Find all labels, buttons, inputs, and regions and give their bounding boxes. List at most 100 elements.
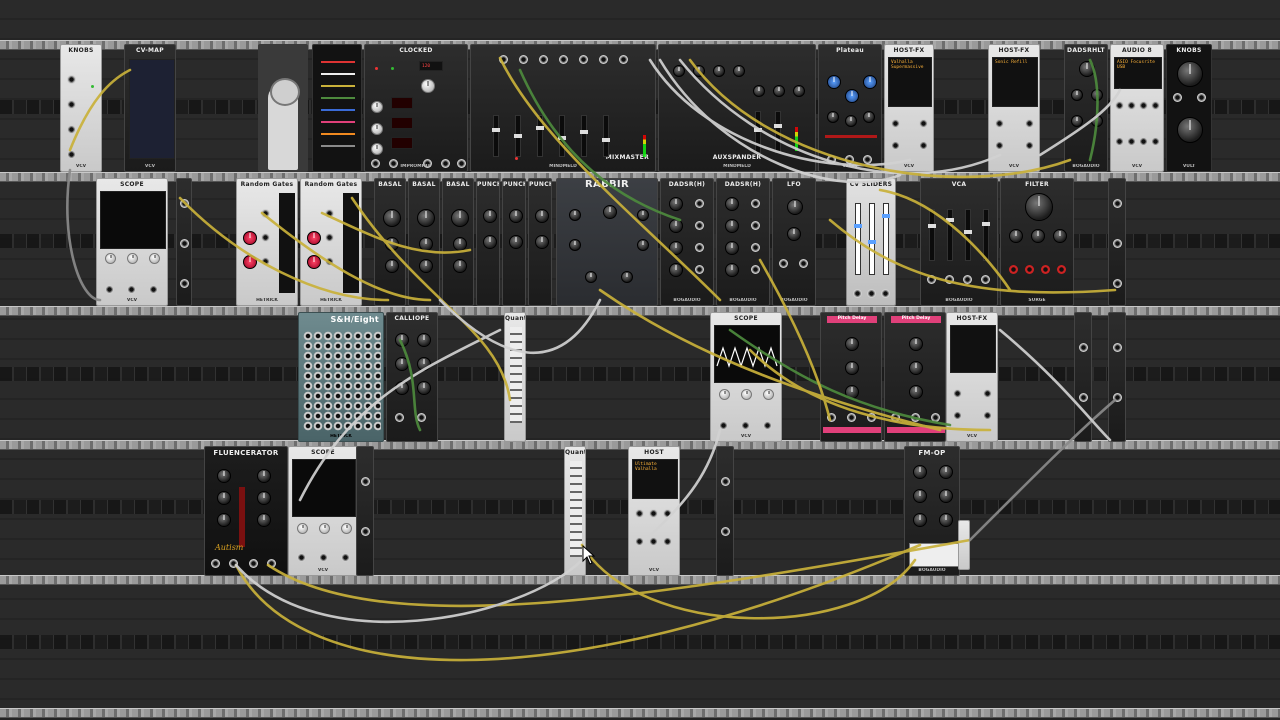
knob[interactable] bbox=[307, 231, 321, 245]
jack[interactable] bbox=[341, 553, 350, 562]
knob[interactable] bbox=[741, 389, 752, 400]
jack[interactable] bbox=[559, 55, 568, 64]
jack[interactable] bbox=[945, 275, 954, 284]
jack[interactable] bbox=[779, 259, 788, 268]
jack[interactable] bbox=[649, 509, 658, 518]
knobs-module-left[interactable]: KNOBS VCV bbox=[60, 44, 102, 172]
jack[interactable] bbox=[149, 285, 158, 294]
knob[interactable] bbox=[319, 523, 330, 534]
clock-jack[interactable] bbox=[211, 559, 220, 568]
knobs-module-right[interactable]: KNOBS VULT bbox=[1166, 44, 1212, 172]
knob[interactable] bbox=[603, 205, 617, 219]
plugin-display[interactable] bbox=[950, 325, 996, 373]
jack[interactable] bbox=[827, 413, 836, 422]
fader[interactable] bbox=[602, 115, 610, 157]
jack[interactable] bbox=[519, 55, 528, 64]
basal-module-2[interactable]: BASAL bbox=[408, 178, 440, 306]
fader[interactable] bbox=[774, 111, 782, 153]
knob[interactable] bbox=[217, 469, 231, 483]
knob[interactable] bbox=[395, 333, 409, 347]
knob[interactable] bbox=[863, 111, 875, 123]
audio-device-display[interactable]: ASIO Focusrite USB bbox=[1114, 57, 1162, 89]
jack[interactable] bbox=[67, 125, 76, 134]
auxspander-module[interactable]: AUXSPANDER MINDMELD bbox=[658, 44, 816, 172]
knob[interactable] bbox=[1031, 229, 1045, 243]
plugin-display[interactable]: Ultimate Valhalla bbox=[632, 459, 678, 499]
knob[interactable] bbox=[713, 65, 725, 77]
knob[interactable] bbox=[217, 491, 231, 505]
jack[interactable] bbox=[1079, 393, 1088, 402]
jack[interactable] bbox=[499, 55, 508, 64]
reset-jack[interactable] bbox=[229, 559, 238, 568]
fader[interactable] bbox=[754, 111, 762, 153]
knob[interactable] bbox=[909, 361, 923, 375]
fader[interactable] bbox=[514, 115, 522, 157]
random-gates-module-1[interactable]: Random Gates HETRICK bbox=[236, 178, 298, 306]
knob[interactable] bbox=[845, 337, 859, 351]
knob[interactable] bbox=[845, 361, 859, 375]
slider[interactable] bbox=[882, 203, 890, 275]
knob[interactable] bbox=[257, 513, 271, 527]
jack[interactable] bbox=[1113, 343, 1122, 352]
jack[interactable] bbox=[539, 55, 548, 64]
jack[interactable] bbox=[649, 537, 658, 546]
random-gates-module-2[interactable]: Random Gates HETRICK bbox=[300, 178, 362, 306]
mapping-list[interactable] bbox=[129, 59, 175, 159]
knob[interactable] bbox=[417, 357, 431, 371]
jack[interactable] bbox=[1025, 119, 1034, 128]
knob[interactable] bbox=[385, 237, 399, 251]
punch-module-3[interactable]: PUNCH bbox=[528, 178, 552, 306]
jack[interactable] bbox=[853, 289, 862, 298]
knob[interactable] bbox=[827, 111, 839, 123]
scope-module-b[interactable]: SCOPE VCV bbox=[710, 312, 782, 442]
jack[interactable] bbox=[325, 233, 334, 242]
slider[interactable] bbox=[854, 203, 862, 275]
jack[interactable] bbox=[1113, 199, 1122, 208]
jack[interactable] bbox=[799, 259, 808, 268]
jack[interactable] bbox=[981, 275, 990, 284]
jack[interactable] bbox=[127, 285, 136, 294]
jack[interactable] bbox=[1113, 279, 1122, 288]
knob[interactable] bbox=[909, 385, 923, 399]
knob[interactable] bbox=[257, 469, 271, 483]
rack-canvas[interactable]: KNOBS VCV CV-MAP VCV CLOCKED 120 IMPROMP… bbox=[0, 0, 1280, 720]
jack[interactable] bbox=[105, 285, 114, 294]
jack[interactable] bbox=[1127, 137, 1136, 146]
jack[interactable] bbox=[919, 119, 928, 128]
knob[interactable] bbox=[669, 219, 683, 233]
fader[interactable] bbox=[964, 209, 972, 261]
knob[interactable] bbox=[845, 115, 857, 127]
offset-module[interactable] bbox=[1108, 178, 1126, 306]
knob[interactable] bbox=[395, 381, 409, 395]
jack[interactable] bbox=[919, 141, 928, 150]
knob[interactable] bbox=[419, 259, 433, 273]
pitch-delay-module-2[interactable]: Pitch Delay bbox=[884, 312, 946, 442]
knob[interactable] bbox=[1091, 115, 1103, 127]
jack[interactable] bbox=[953, 389, 962, 398]
knob[interactable] bbox=[509, 235, 523, 249]
jack[interactable] bbox=[931, 413, 940, 422]
knob[interactable] bbox=[243, 255, 257, 269]
jack[interactable] bbox=[619, 55, 628, 64]
knob[interactable] bbox=[509, 209, 523, 223]
dadsrhlt-module[interactable]: DADSRHLT BOGAUDIO bbox=[1064, 44, 1108, 172]
jack[interactable] bbox=[180, 279, 189, 288]
knob[interactable] bbox=[939, 489, 953, 503]
jack[interactable] bbox=[995, 141, 1004, 150]
knob[interactable] bbox=[451, 209, 469, 227]
knob[interactable] bbox=[1053, 229, 1067, 243]
jack[interactable] bbox=[695, 265, 704, 274]
knob[interactable] bbox=[753, 85, 765, 97]
jack[interactable] bbox=[695, 243, 704, 252]
knob[interactable] bbox=[939, 513, 953, 527]
mixmaster-module[interactable]: MIXMASTER MINDMELD bbox=[470, 44, 656, 172]
jack[interactable] bbox=[1009, 265, 1018, 274]
dadsrh-module-1[interactable]: DADSR(H) BOGAUDIO bbox=[660, 178, 714, 306]
jack[interactable] bbox=[663, 537, 672, 546]
knob[interactable] bbox=[913, 513, 927, 527]
knob[interactable] bbox=[105, 253, 116, 264]
jack[interactable] bbox=[891, 141, 900, 150]
jack[interactable] bbox=[891, 413, 900, 422]
jack[interactable] bbox=[695, 199, 704, 208]
knob[interactable] bbox=[417, 209, 435, 227]
